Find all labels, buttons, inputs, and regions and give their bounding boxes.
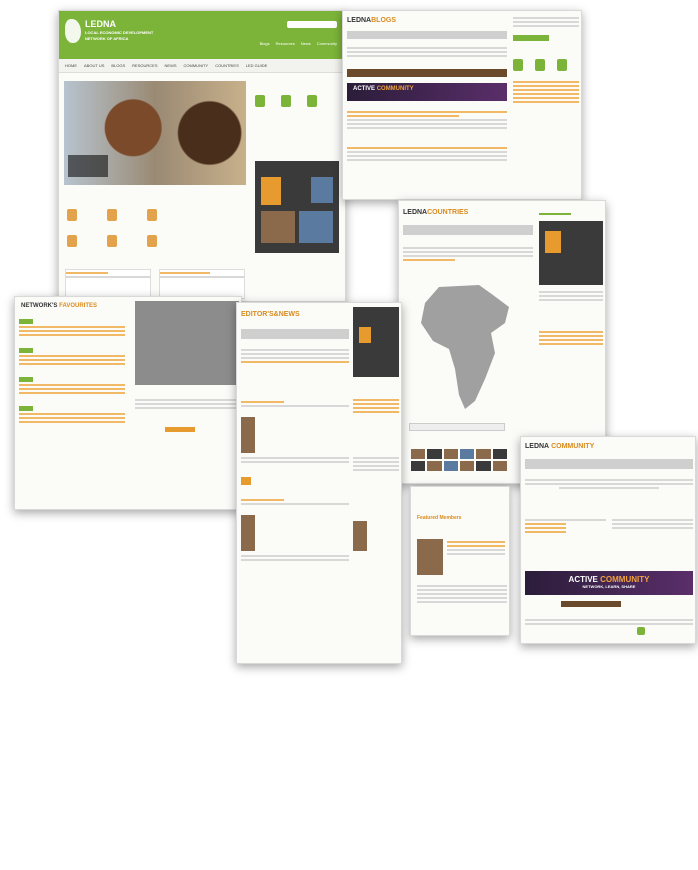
news-title: EDITOR'S&NEWS [241, 311, 300, 318]
top-link-resources[interactable]: Resources [276, 41, 295, 46]
people-icon[interactable] [255, 95, 265, 107]
africa-map-icon[interactable] [419, 283, 511, 413]
news-sidebar [353, 307, 399, 551]
member-group-icon [637, 627, 645, 635]
community-subtitle-bar [525, 459, 693, 469]
blog-tab-bar [347, 69, 507, 77]
learn-more-button[interactable] [165, 427, 195, 432]
blog-sidebar [513, 15, 579, 195]
nav-resources[interactable]: RESOURCES [132, 63, 157, 68]
countries-intro [403, 245, 533, 263]
member-search-bar[interactable] [409, 423, 505, 431]
top-link-news[interactable]: News [301, 41, 311, 46]
community-banner: ACTIVE COMMUNITY [347, 83, 507, 101]
region-map-text [135, 397, 239, 411]
member-bio [447, 539, 505, 557]
home-header: LEDNA LOCAL ECONOMIC DEVELOPMENT NETWORK… [59, 11, 345, 59]
hero-side-icons [255, 95, 317, 107]
home-feature-grid [67, 209, 247, 247]
nav-blogs[interactable]: BLOGS [111, 63, 125, 68]
blog-page-screenshot: LEDNABLOGS ACTIVE COMMUNITY [342, 10, 582, 200]
news-icon[interactable] [307, 95, 317, 107]
media-panel [255, 161, 339, 253]
community-intro [525, 477, 693, 491]
news-intro [241, 347, 349, 365]
africa-logo-icon [65, 19, 81, 43]
top-link-community[interactable]: Community [317, 41, 337, 46]
member-text [417, 583, 507, 605]
hero-caption [68, 155, 108, 177]
member-thumbs [411, 449, 507, 471]
hero-photo [64, 81, 246, 185]
news-articles [241, 399, 349, 563]
home-logo: LEDNA [85, 19, 116, 29]
community-page-screenshot: LEDNA COMMUNITY ACTIVE COMMUNITY NETWORK… [520, 436, 696, 644]
home-tagline-2: NETWORK OF AFRICA [85, 36, 129, 41]
search-input[interactable] [287, 21, 337, 28]
home-nav: HOME ABOUT US BLOGS RESOURCES NEWS COMMU… [59, 59, 345, 73]
news-subtitle-bar [241, 329, 349, 339]
blog-posts [347, 109, 507, 163]
nav-about[interactable]: ABOUT US [84, 63, 104, 68]
favourites-title: NETWORK'S FAVOURITES [21, 303, 98, 309]
home-page-screenshot: LEDNA LOCAL ECONOMIC DEVELOPMENT NETWORK… [58, 10, 346, 302]
news-page-screenshot: EDITOR'S&NEWS [236, 302, 402, 664]
home-bottom-boxes [65, 269, 245, 299]
member-avatar[interactable] [417, 539, 443, 575]
nav-home[interactable]: HOME [65, 63, 77, 68]
community-title: LEDNA COMMUNITY [525, 443, 595, 450]
favourites-list [19, 317, 125, 425]
top-links: Blogs Resources News Community [260, 41, 337, 46]
top-link-blogs[interactable]: Blogs [260, 41, 270, 46]
home-tagline-1: LOCAL ECONOMIC DEVELOPMENT [85, 30, 154, 35]
nav-led-guide[interactable]: LED GUIDE [246, 63, 268, 68]
blog-title: LEDNABLOGS [347, 17, 397, 24]
community-banner-large: ACTIVE COMMUNITY NETWORK, LEARN, SHARE [525, 571, 693, 595]
community-panels [525, 517, 693, 535]
countries-title: LEDNACOUNTRIES [403, 209, 469, 216]
nav-community[interactable]: COMMUNITY [184, 63, 209, 68]
blog-intro [347, 45, 507, 59]
featured-members-label: Featured Members [417, 515, 462, 521]
resources-icon[interactable] [281, 95, 291, 107]
nav-countries[interactable]: COUNTRIES [215, 63, 239, 68]
blog-subtitle-bar [347, 31, 507, 39]
members-panel-screenshot: Featured Members [410, 486, 510, 636]
countries-sidebar [539, 211, 603, 347]
nav-news[interactable]: NEWS [165, 63, 177, 68]
community-table [525, 617, 693, 627]
favourites-page-screenshot: NETWORK'S FAVOURITES [14, 296, 242, 510]
countries-subtitle-bar [403, 225, 533, 235]
reflection-fade [0, 665, 698, 870]
community-tab-bar [561, 601, 621, 607]
region-map[interactable] [135, 301, 239, 385]
